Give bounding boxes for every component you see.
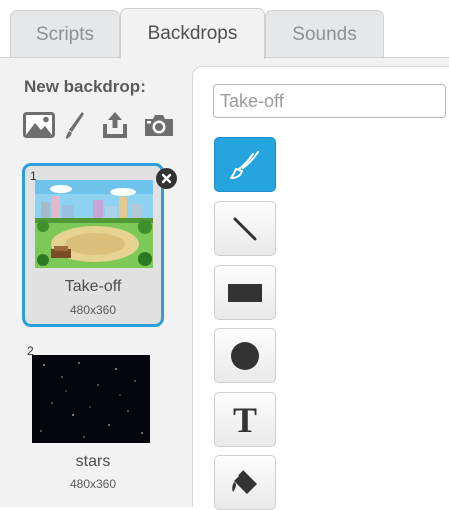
paint-editor: T	[192, 66, 449, 510]
camera-backdrop-button[interactable]	[142, 108, 176, 142]
tab-bar: Scripts Backdrops Sounds	[0, 0, 449, 59]
line-tool-icon	[233, 217, 257, 240]
line-tool-button[interactable]	[214, 201, 276, 256]
ellipse-tool-icon	[231, 341, 259, 370]
backdrop-list-pane: New backdrop: 1 Take-off 480x360 2 stars…	[0, 58, 192, 507]
tab-backdrops[interactable]: Backdrops	[120, 8, 265, 59]
backdrop-image-stars	[32, 355, 150, 443]
brush-tool-icon	[230, 150, 259, 179]
choose-backdrop-from-library-button[interactable]	[22, 108, 56, 142]
backdrop-size: 480x360	[69, 477, 117, 491]
brush-tool-button[interactable]	[214, 137, 276, 192]
tab-backdrops-label: Backdrops	[147, 23, 238, 44]
text-tool-button[interactable]: T	[214, 392, 276, 447]
backdrop-size: 480x360	[69, 303, 117, 317]
tab-scripts-label: Scripts	[35, 23, 95, 45]
paint-new-backdrop-button[interactable]	[58, 108, 92, 142]
new-backdrop-label: New backdrop:	[24, 77, 146, 96]
rectangle-tool-icon	[228, 283, 262, 302]
paint-brush-icon	[66, 112, 84, 139]
camera-icon	[145, 115, 173, 136]
close-icon	[161, 173, 172, 184]
backdrop-name-input[interactable]	[213, 84, 446, 118]
backdrop-thumbnail-take-off[interactable]: 1 Take-off 480x360	[22, 163, 164, 327]
backdrop-name: Take-off	[64, 278, 122, 295]
ellipse-tool-button[interactable]	[214, 328, 276, 383]
backdrop-thumbnail-stars[interactable]: 2 stars 480x360	[22, 341, 164, 505]
fill-tool-icon	[232, 469, 257, 494]
backdrops-panel: New backdrop: 1 Take-off 480x360 2 stars…	[0, 57, 449, 510]
delete-backdrop-button[interactable]	[156, 168, 177, 189]
tab-sounds-label: Sounds	[292, 23, 357, 45]
tab-scripts[interactable]: Scripts	[10, 10, 120, 58]
fill-tool-button[interactable]	[214, 455, 276, 510]
new-backdrop-tools	[22, 108, 192, 142]
text-tool-icon: T	[232, 399, 257, 440]
landscape-icon	[23, 112, 55, 138]
backdrop-image-take-off	[35, 180, 153, 268]
upload-backdrop-button[interactable]	[98, 108, 132, 142]
backdrop-name: stars	[75, 453, 111, 470]
rectangle-tool-button[interactable]	[214, 265, 276, 320]
upload-icon	[103, 112, 127, 138]
tab-sounds[interactable]: Sounds	[265, 10, 384, 58]
